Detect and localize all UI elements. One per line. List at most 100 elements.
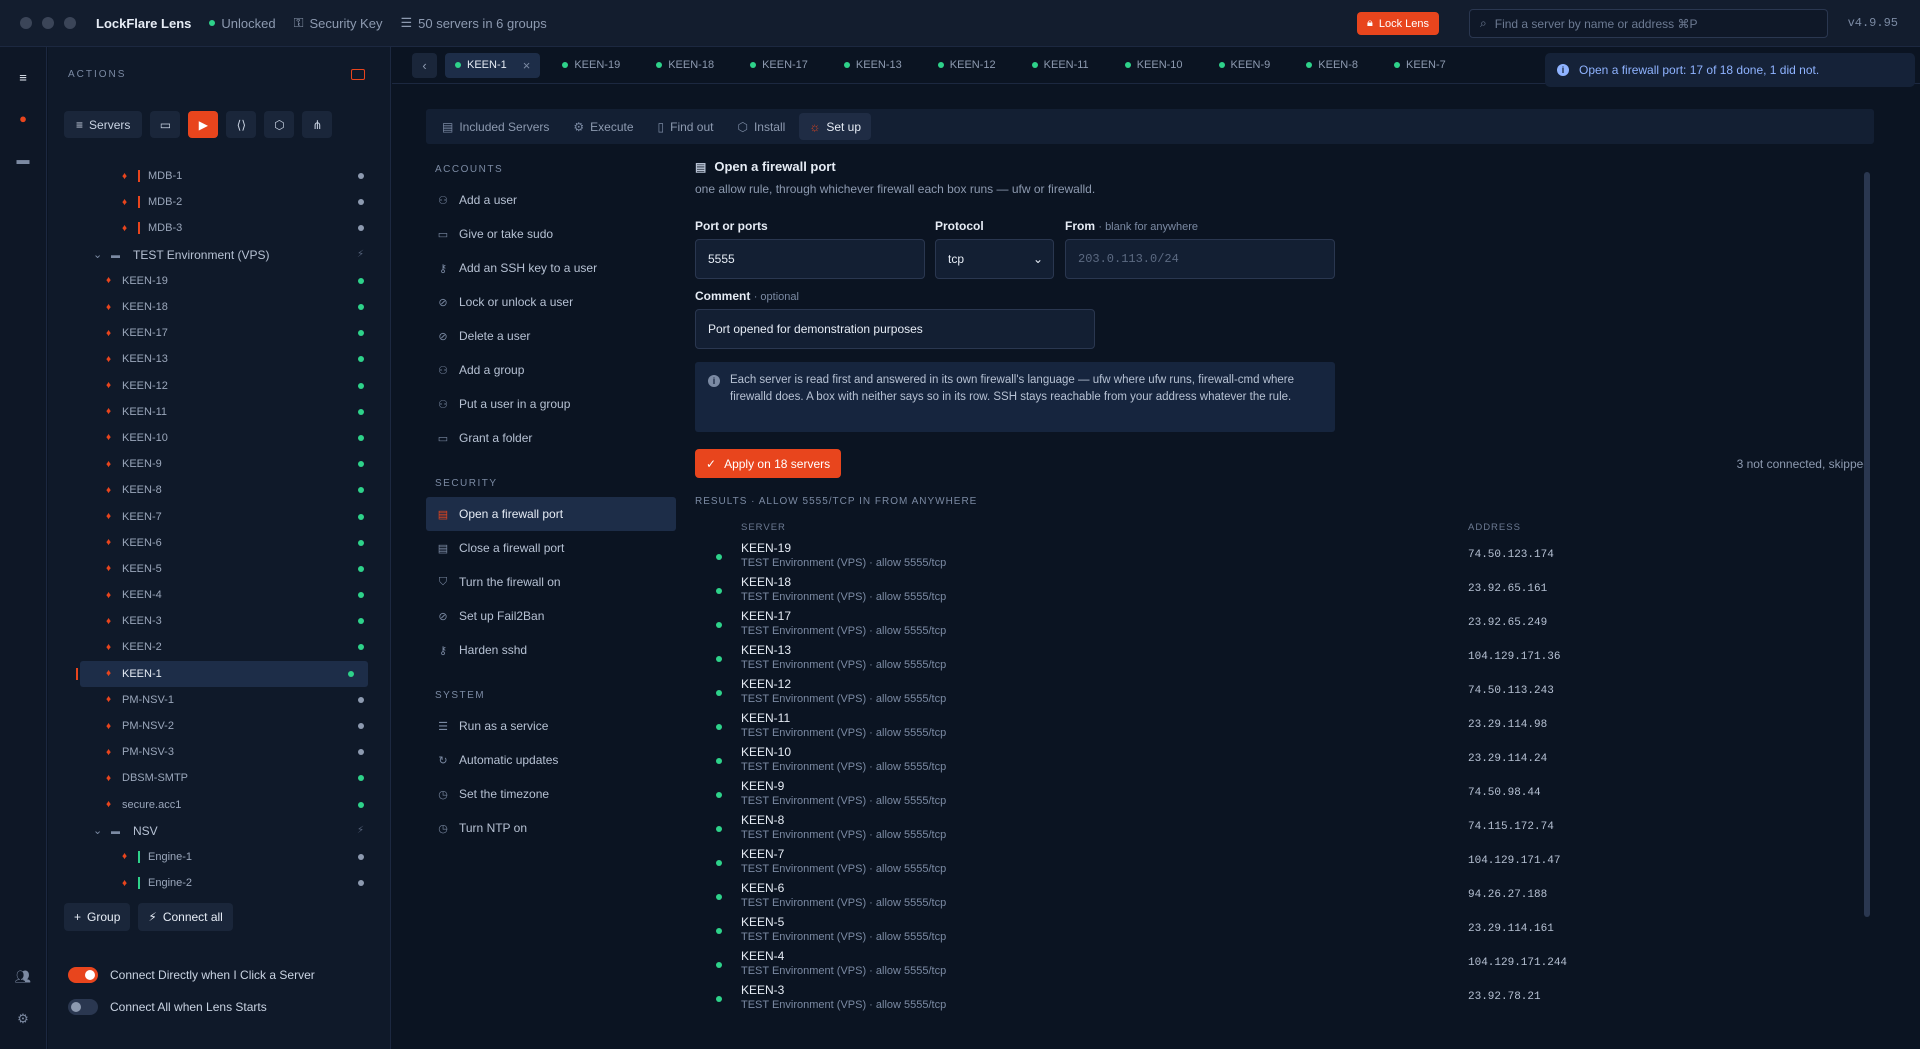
network-icon[interactable]: ⋔ (302, 111, 333, 138)
tree-server-item[interactable]: ♦ PM-NSV-1 (48, 687, 378, 713)
package-icon[interactable]: ⬡ (264, 111, 295, 138)
tab-keen-18[interactable]: KEEN-18 (634, 53, 728, 78)
servers-button[interactable]: ≡ Servers (64, 111, 143, 138)
tree-server-item[interactable]: ♦ KEEN-6 (48, 530, 378, 556)
zoom-window-button[interactable] (64, 17, 76, 29)
tree-server-item[interactable]: ♦ secure.acc1 (48, 792, 378, 818)
terminal-icon[interactable]: ▭ (150, 111, 181, 138)
menu-item-run-as-a-service[interactable]: ☰ Run as a service (426, 709, 676, 743)
connect-all-start-toggle[interactable] (68, 999, 98, 1015)
users-icon[interactable]: 👥︎ (12, 966, 34, 988)
menu-item-set-up-fail2ban[interactable]: ⊘ Set up Fail2Ban (426, 599, 676, 633)
tab-keen-10[interactable]: KEEN-10 (1103, 53, 1197, 78)
tree-group[interactable]: ⌄ ▬ TEST Environment (VPS) ⚡︎ (48, 242, 378, 268)
tree-server-item[interactable]: ♦ KEEN-9 (48, 451, 378, 477)
tab-keen-7[interactable]: KEEN-7 (1372, 53, 1460, 78)
tab-keen-1[interactable]: KEEN-1 × (445, 52, 541, 78)
run-actions-icon[interactable]: ▶ (188, 111, 219, 138)
tab-keen-12[interactable]: KEEN-12 (916, 53, 1010, 78)
menu-item-add-a-user[interactable]: ⚇ Add a user (426, 183, 676, 217)
tab-keen-11[interactable]: KEEN-11 (1010, 53, 1103, 78)
connect-directly-toggle[interactable] (68, 967, 98, 983)
tree-group[interactable]: ⌄ ▬ NSV ⚡︎ (48, 818, 378, 844)
tab-keen-19[interactable]: KEEN-19 (540, 53, 634, 78)
tree-server-item[interactable]: ♦ KEEN-10 (48, 425, 378, 451)
tree-server-item[interactable]: ♦ KEEN-12 (48, 373, 378, 399)
add-group-button[interactable]: + Group (64, 903, 131, 931)
menu-item-put-a-user-in-a-group[interactable]: ⚇ Put a user in a group (426, 387, 676, 421)
connect-all-start-toggle-row[interactable]: Connect All when Lens Starts (68, 999, 267, 1015)
menu-item-grant-a-folder[interactable]: ▭ Grant a folder (426, 421, 676, 455)
tab-keen-8[interactable]: KEEN-8 (1284, 53, 1372, 78)
tree-server-item[interactable]: ♦ Engine-2 (48, 870, 378, 896)
lightning-icon[interactable]: ⚡︎ (357, 825, 364, 836)
folder-icon[interactable]: ▬ (12, 148, 34, 170)
tab-keen-9[interactable]: KEEN-9 (1197, 53, 1285, 78)
connect-directly-toggle-row[interactable]: Connect Directly when I Click a Server (68, 967, 315, 983)
connect-all-button[interactable]: ⚡︎ Connect all (138, 903, 233, 931)
tree-server-item[interactable]: ♦ KEEN-5 (48, 556, 378, 582)
tree-server-item[interactable]: ♦ MDB-3 (48, 215, 378, 241)
tabs-back-button[interactable]: ‹ (412, 52, 437, 78)
subtab-execute[interactable]: ⚙ Execute (563, 113, 643, 140)
apply-button[interactable]: ✓ Apply on 18 servers (695, 449, 842, 478)
window-controls[interactable] (20, 17, 76, 29)
menu-item-turn-the-firewall-on[interactable]: ⛉ Turn the firewall on (426, 565, 676, 599)
tree-server-item[interactable]: ♦ KEEN-2 (48, 634, 378, 660)
menu-item-open-a-firewall-port[interactable]: ▤ Open a firewall port (426, 497, 676, 531)
settings-gear-icon[interactable]: ⚙ (12, 1008, 34, 1030)
tree-server-item[interactable]: ♦ KEEN-1 (76, 660, 368, 687)
servers-stack-icon[interactable]: ≡ (12, 66, 34, 88)
from-input[interactable]: 203.0.113.0/24 (1065, 239, 1335, 279)
tab-keen-17[interactable]: KEEN-17 (728, 53, 822, 78)
result-row: KEEN-11 TEST Environment (VPS) · allow 55… (695, 709, 1865, 743)
tree-server-item[interactable]: ♦ KEEN-13 (48, 346, 378, 372)
server-search-input[interactable]: ⌕ Find a server by name or address ⌘P (1469, 9, 1828, 38)
tree-server-item[interactable]: ♦ KEEN-4 (48, 582, 378, 608)
protocol-select[interactable]: tcp ⌄ (935, 239, 1054, 279)
tree-server-item[interactable]: ♦ PM-NSV-3 (48, 739, 378, 765)
panel-toggle-icon[interactable] (351, 69, 365, 80)
close-window-button[interactable] (20, 17, 32, 29)
tree-server-item[interactable]: ♦ KEEN-11 (48, 399, 378, 425)
clock-icon: ◷ (438, 822, 448, 835)
tree-server-item[interactable]: ♦ PM-NSV-2 (48, 713, 378, 739)
port-input[interactable]: 5555 (695, 239, 925, 279)
menu-item-give-or-take-sudo[interactable]: ▭ Give or take sudo (426, 217, 676, 251)
subtab-find-out[interactable]: ▯ Find out (648, 113, 724, 140)
tree-server-item[interactable]: ♦ KEEN-19 (48, 268, 378, 294)
connection-status-icon (358, 173, 364, 180)
menu-item-turn-ntp-on[interactable]: ◷ Turn NTP on (426, 811, 676, 845)
ban-icon: ⊘ (438, 330, 448, 343)
tab-keen-13[interactable]: KEEN-13 (822, 53, 916, 78)
tree-server-item[interactable]: ♦ KEEN-17 (48, 320, 378, 346)
lightning-icon[interactable]: ⚡︎ (357, 249, 364, 260)
subtab-set-up[interactable]: ☼ Set up (799, 113, 872, 140)
minimize-window-button[interactable] (42, 17, 54, 29)
tree-server-item[interactable]: ♦ KEEN-18 (48, 294, 378, 320)
close-tab-icon[interactable]: × (523, 58, 531, 73)
menu-item-lock-or-unlock-a-user[interactable]: ⊘ Lock or unlock a user (426, 285, 676, 319)
menu-item-set-the-timezone[interactable]: ◷ Set the timezone (426, 777, 676, 811)
main-scrollbar[interactable] (1864, 172, 1870, 917)
tree-server-item[interactable]: ♦ KEEN-8 (48, 477, 378, 503)
menu-item-automatic-updates[interactable]: ↻ Automatic updates (426, 743, 676, 777)
subtab-included-servers[interactable]: ▤ Included Servers (432, 113, 559, 140)
tree-server-item[interactable]: ♦ KEEN-3 (48, 608, 378, 634)
subtab-install[interactable]: ⬡ Install (727, 113, 795, 140)
flame-icon[interactable]: ● (12, 107, 34, 129)
menu-item-close-a-firewall-port[interactable]: ▤ Close a firewall port (426, 531, 676, 565)
menu-item-harden-sshd[interactable]: ⚷ Harden sshd (426, 633, 676, 667)
menu-item-add-a-group[interactable]: ⚇ Add a group (426, 353, 676, 387)
tree-server-item[interactable]: ♦ KEEN-7 (48, 503, 378, 529)
tree-server-item[interactable]: ♦ Engine-1 (48, 844, 378, 870)
code-icon[interactable]: ⟨⟩ (226, 111, 257, 138)
comment-input[interactable]: Port opened for demonstration purposes (695, 309, 1095, 349)
lock-lens-button[interactable]: 🔒︎ Lock Lens (1357, 12, 1440, 35)
success-status-icon (716, 894, 722, 900)
menu-item-delete-a-user[interactable]: ⊘ Delete a user (426, 319, 676, 353)
tree-server-item[interactable]: ♦ MDB-2 (48, 189, 378, 215)
tree-server-item[interactable]: ♦ DBSM-SMTP (48, 765, 378, 791)
menu-item-add-an-ssh-key-to-a-user[interactable]: ⚷ Add an SSH key to a user (426, 251, 676, 285)
tree-server-item[interactable]: ♦ MDB-1 (48, 163, 378, 189)
